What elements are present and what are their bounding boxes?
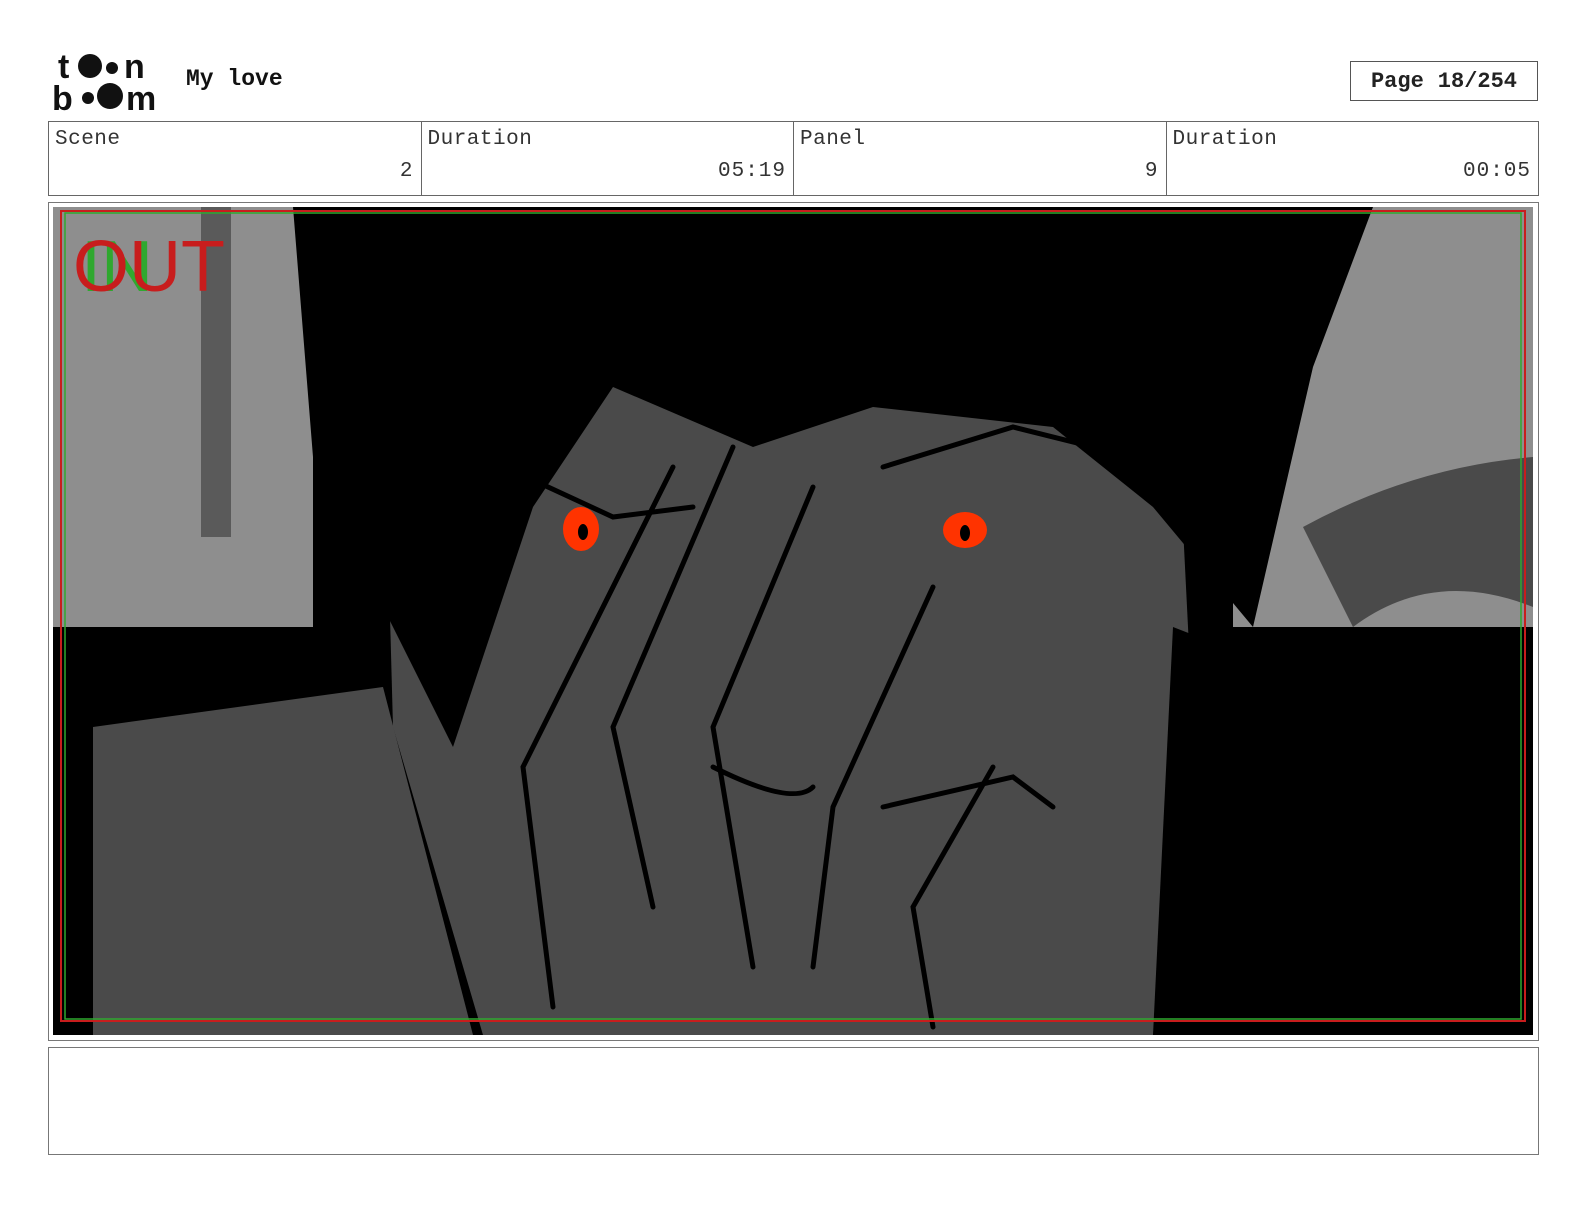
toon-boom-logo: t n b m [52,48,156,114]
panel-info-table: Scene 2 Duration 05:19 Panel 9 Duration … [48,121,1539,196]
panel-value: 9 [1144,160,1159,183]
pupil-left [578,524,588,540]
storyboard-panel-frame: IN OUT [48,202,1539,1041]
page-label: Page [1370,68,1424,94]
svg-text:m: m [126,80,156,114]
panel-duration-value: 00:05 [1462,160,1531,183]
panel-duration-cell: Duration 00:05 [1167,122,1539,195]
project-title: My love [186,66,283,92]
scene-label: Scene [55,128,121,151]
caption-box[interactable] [48,1047,1539,1155]
panel-cell: Panel 9 [794,122,1167,195]
page-indicator: Page 18/254 [1350,61,1538,101]
scene-duration-label: Duration [427,128,533,151]
scene-cell: Scene 2 [49,122,422,195]
storyboard-drawing [53,207,1533,1035]
panel-label: Panel [800,128,866,151]
pupil-right [960,525,970,541]
panel-duration-label: Duration [1172,128,1278,151]
scene-value: 2 [399,160,414,183]
scene-duration-value: 05:19 [717,160,786,183]
page-number: 18/254 [1437,68,1518,94]
scene-duration-cell: Duration 05:19 [422,122,794,195]
svg-text:b: b [52,80,73,114]
transition-out-label: OUT [73,227,225,307]
